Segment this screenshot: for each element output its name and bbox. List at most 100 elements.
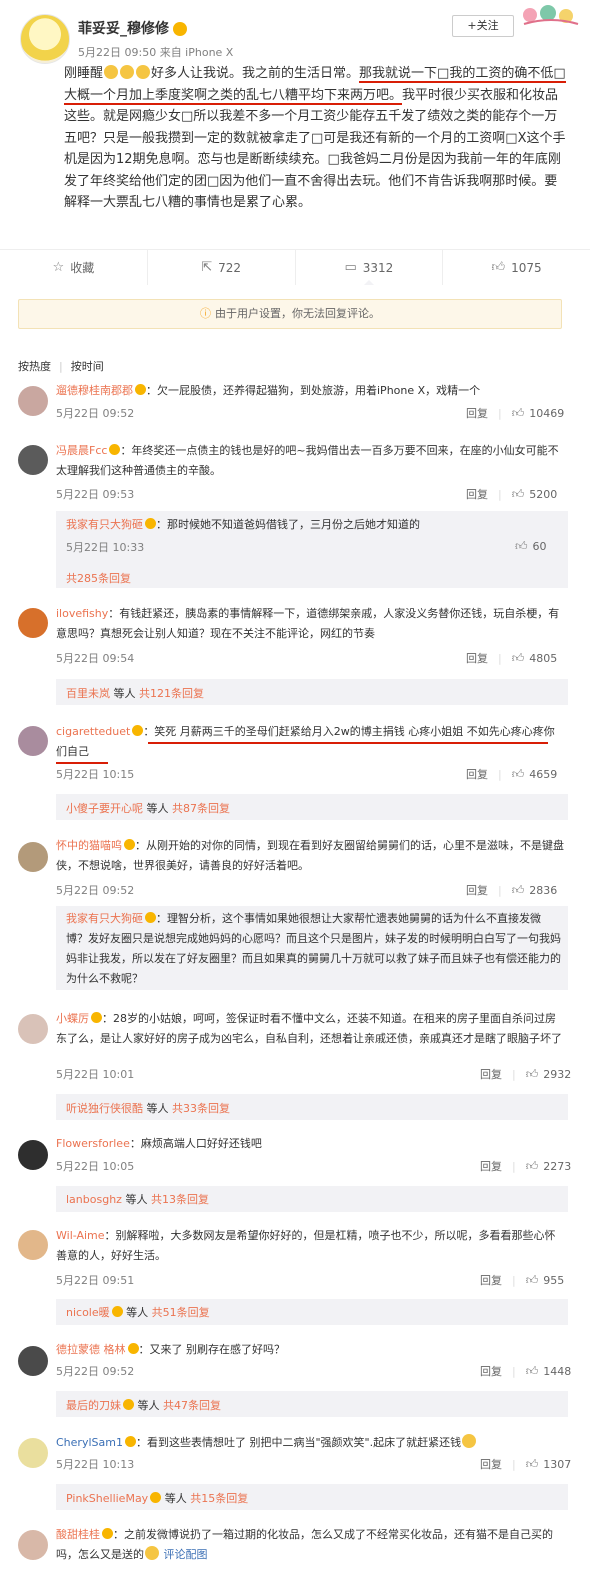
- comment-image-link[interactable]: 评论配图: [164, 1548, 208, 1561]
- reply-button[interactable]: 回复: [466, 405, 488, 421]
- comment-author[interactable]: CherylSam1: [56, 1436, 123, 1449]
- comment-author[interactable]: cigaretteduet: [56, 725, 130, 738]
- avatar[interactable]: [18, 608, 48, 638]
- comment-icon: ▭: [344, 260, 357, 275]
- view-replies-link[interactable]: 最后的刀妹 等人 共47条回复: [66, 1397, 221, 1413]
- comment-actions: 回复 | 👍︎ 2932: [480, 1066, 572, 1082]
- reply-button[interactable]: 回复: [480, 1066, 502, 1082]
- comment-author[interactable]: Wil-Aime: [56, 1229, 105, 1242]
- comment-text: 酸甜桂桂 ：之前发微博说扔了一箱过期的化妆品，怎么又成了不经常买化妆品，还有猫不是…: [56, 1528, 553, 1561]
- like-count: 4805: [529, 651, 558, 665]
- view-replies-link[interactable]: 共285条回复: [66, 570, 131, 586]
- avatar[interactable]: [18, 1140, 48, 1170]
- member-badge-icon: [145, 518, 156, 529]
- comment-button[interactable]: ▭ 3312: [296, 250, 444, 286]
- like-count: 955: [543, 1273, 565, 1287]
- highlight-underline: [56, 762, 108, 764]
- comment-author[interactable]: 冯晨晨Fcc: [56, 444, 107, 457]
- comment-actions: 回复 | 👍︎ 10469: [466, 405, 565, 421]
- comment-author[interactable]: 酸甜桂桂: [56, 1528, 100, 1541]
- author-avatar[interactable]: [20, 14, 70, 64]
- member-badge-icon: [123, 1399, 134, 1410]
- reply-button[interactable]: 回复: [480, 1158, 502, 1174]
- post-author[interactable]: 菲妥妥_穆修修: [78, 18, 187, 38]
- tab-sort-hot[interactable]: 按热度: [18, 360, 51, 373]
- comment-author[interactable]: ilovefishy: [56, 607, 108, 620]
- comment-author[interactable]: 怀中的猫喵呜: [56, 839, 122, 852]
- member-badge-icon: [173, 22, 187, 36]
- view-replies-link[interactable]: PinkShellieMay 等人 共15条回复: [66, 1490, 248, 1506]
- reply-button[interactable]: 回复: [466, 766, 488, 782]
- reply-button[interactable]: 回复: [480, 1272, 502, 1288]
- favorite-button[interactable]: ☆ 收藏: [0, 250, 148, 285]
- comment-text: Flowersforlee：麻烦高端人口好好还钱吧: [56, 1137, 262, 1150]
- avatar[interactable]: [18, 386, 48, 416]
- avatar[interactable]: [18, 1014, 48, 1044]
- comment-time: 5月22日 10:13: [56, 1458, 135, 1471]
- avatar[interactable]: [18, 1346, 48, 1376]
- thumbs-up-icon[interactable]: 👍︎: [515, 539, 528, 554]
- member-badge-icon: [150, 1492, 162, 1503]
- comment-author[interactable]: 德拉蒙德 格林: [56, 1343, 126, 1356]
- reply-button[interactable]: 回复: [466, 882, 488, 898]
- comment-author[interactable]: Flowersforlee: [56, 1137, 130, 1150]
- comment-actions: 回复 | 👍︎ 1448: [480, 1363, 572, 1379]
- comment-actions: 回复 | 👍︎ 1307: [480, 1456, 572, 1472]
- reply-button[interactable]: 回复: [480, 1456, 502, 1472]
- view-replies-link[interactable]: 百里未岚 等人 共121条回复: [66, 685, 204, 701]
- like-button[interactable]: 👍︎ 1075: [443, 250, 590, 285]
- comment-time: 5月22日 09:52: [56, 407, 135, 420]
- comment-time: 5月22日 09:54: [56, 652, 135, 665]
- avatar[interactable]: [18, 1530, 48, 1560]
- comment-author[interactable]: 我家有只大狗砸: [66, 912, 143, 925]
- thumbs-up-icon[interactable]: 👍︎: [526, 1457, 539, 1472]
- member-badge-icon: [135, 384, 146, 395]
- comment-author[interactable]: 小蝶厉: [56, 1012, 89, 1025]
- view-replies-link[interactable]: 小傻子要开心呢 等人 共87条回复: [66, 800, 230, 816]
- like-count: 2836: [529, 883, 558, 897]
- comment-actions: 回复 | 👍︎ 955: [480, 1272, 565, 1288]
- comment-actions: 回复 | 👍︎ 2273: [480, 1158, 572, 1174]
- thumbs-up-icon[interactable]: 👍︎: [512, 883, 525, 898]
- comment-actions: 回复 | 👍︎ 4659: [466, 766, 558, 782]
- comment-author[interactable]: 遛德穆桂南郡郡: [56, 384, 133, 397]
- comment-time: 5月22日 09:52: [56, 884, 135, 897]
- like-count: 10469: [529, 406, 565, 420]
- thumbs-up-icon[interactable]: 👍︎: [526, 1159, 539, 1174]
- reply-button[interactable]: 回复: [466, 486, 488, 502]
- avatar[interactable]: [18, 445, 48, 475]
- thumbs-up-icon[interactable]: 👍︎: [526, 1273, 539, 1288]
- like-count: 60: [532, 540, 547, 553]
- like-count: 5200: [529, 487, 558, 501]
- thumbs-up-icon[interactable]: 👍︎: [512, 406, 525, 421]
- avatar[interactable]: [18, 726, 48, 756]
- comment-time: 5月22日 10:05: [56, 1160, 135, 1173]
- reply-button[interactable]: 回复: [466, 650, 488, 666]
- tab-sort-time[interactable]: 按时间: [71, 360, 104, 373]
- view-replies-link[interactable]: nicole暖 等人 共51条回复: [66, 1304, 210, 1320]
- thumbs-up-icon[interactable]: 👍︎: [526, 1067, 539, 1082]
- follow-button[interactable]: +关注: [452, 15, 514, 37]
- emoji-icon: [145, 1546, 159, 1560]
- emoji-icon: [462, 1434, 477, 1448]
- thumbs-up-icon[interactable]: 👍︎: [512, 651, 525, 666]
- repost-button[interactable]: ⇱ 722: [148, 250, 296, 285]
- comment-text: Wil-Aime：别解释啦，大多数网友是希望你好好的，但是杠精，喷子也不少，所以…: [56, 1229, 556, 1262]
- thumbs-up-icon[interactable]: 👍︎: [526, 1364, 539, 1379]
- reply-button[interactable]: 回复: [480, 1363, 502, 1379]
- post-body: 刚睡醒 好多人让我说。我之前的生活日常。那我就说一下□我的工资的确不低□大概一个月…: [64, 65, 566, 210]
- comment-text: 德拉蒙德 格林 ：又来了 别刷存在感了好吗？: [56, 1343, 285, 1356]
- member-badge-icon: [102, 1528, 113, 1539]
- member-badge-icon: [111, 1306, 123, 1317]
- avatar[interactable]: [18, 842, 48, 872]
- thumbs-up-icon[interactable]: 👍︎: [512, 767, 525, 782]
- comment-author[interactable]: 我家有只大狗砸: [66, 518, 143, 531]
- like-count: 1448: [543, 1364, 572, 1378]
- comment-text: 遛德穆桂南郡郡 ：欠一屁股债，还养得起猫狗，到处旅游，用着iPhone X，戏精一…: [56, 384, 481, 397]
- comment-text: 小蝶厉 ：28岁的小姑娘，呵呵，签保证时看不懂中文么，还装不知道。在租来的房子里面…: [56, 1012, 562, 1045]
- thumbs-up-icon[interactable]: 👍︎: [512, 487, 525, 502]
- avatar[interactable]: [18, 1438, 48, 1468]
- view-replies-link[interactable]: lanbosghz 等人 共13条回复: [66, 1191, 209, 1207]
- avatar[interactable]: [18, 1230, 48, 1260]
- view-replies-link[interactable]: 听说独行侠很酷 等人 共33条回复: [66, 1100, 230, 1116]
